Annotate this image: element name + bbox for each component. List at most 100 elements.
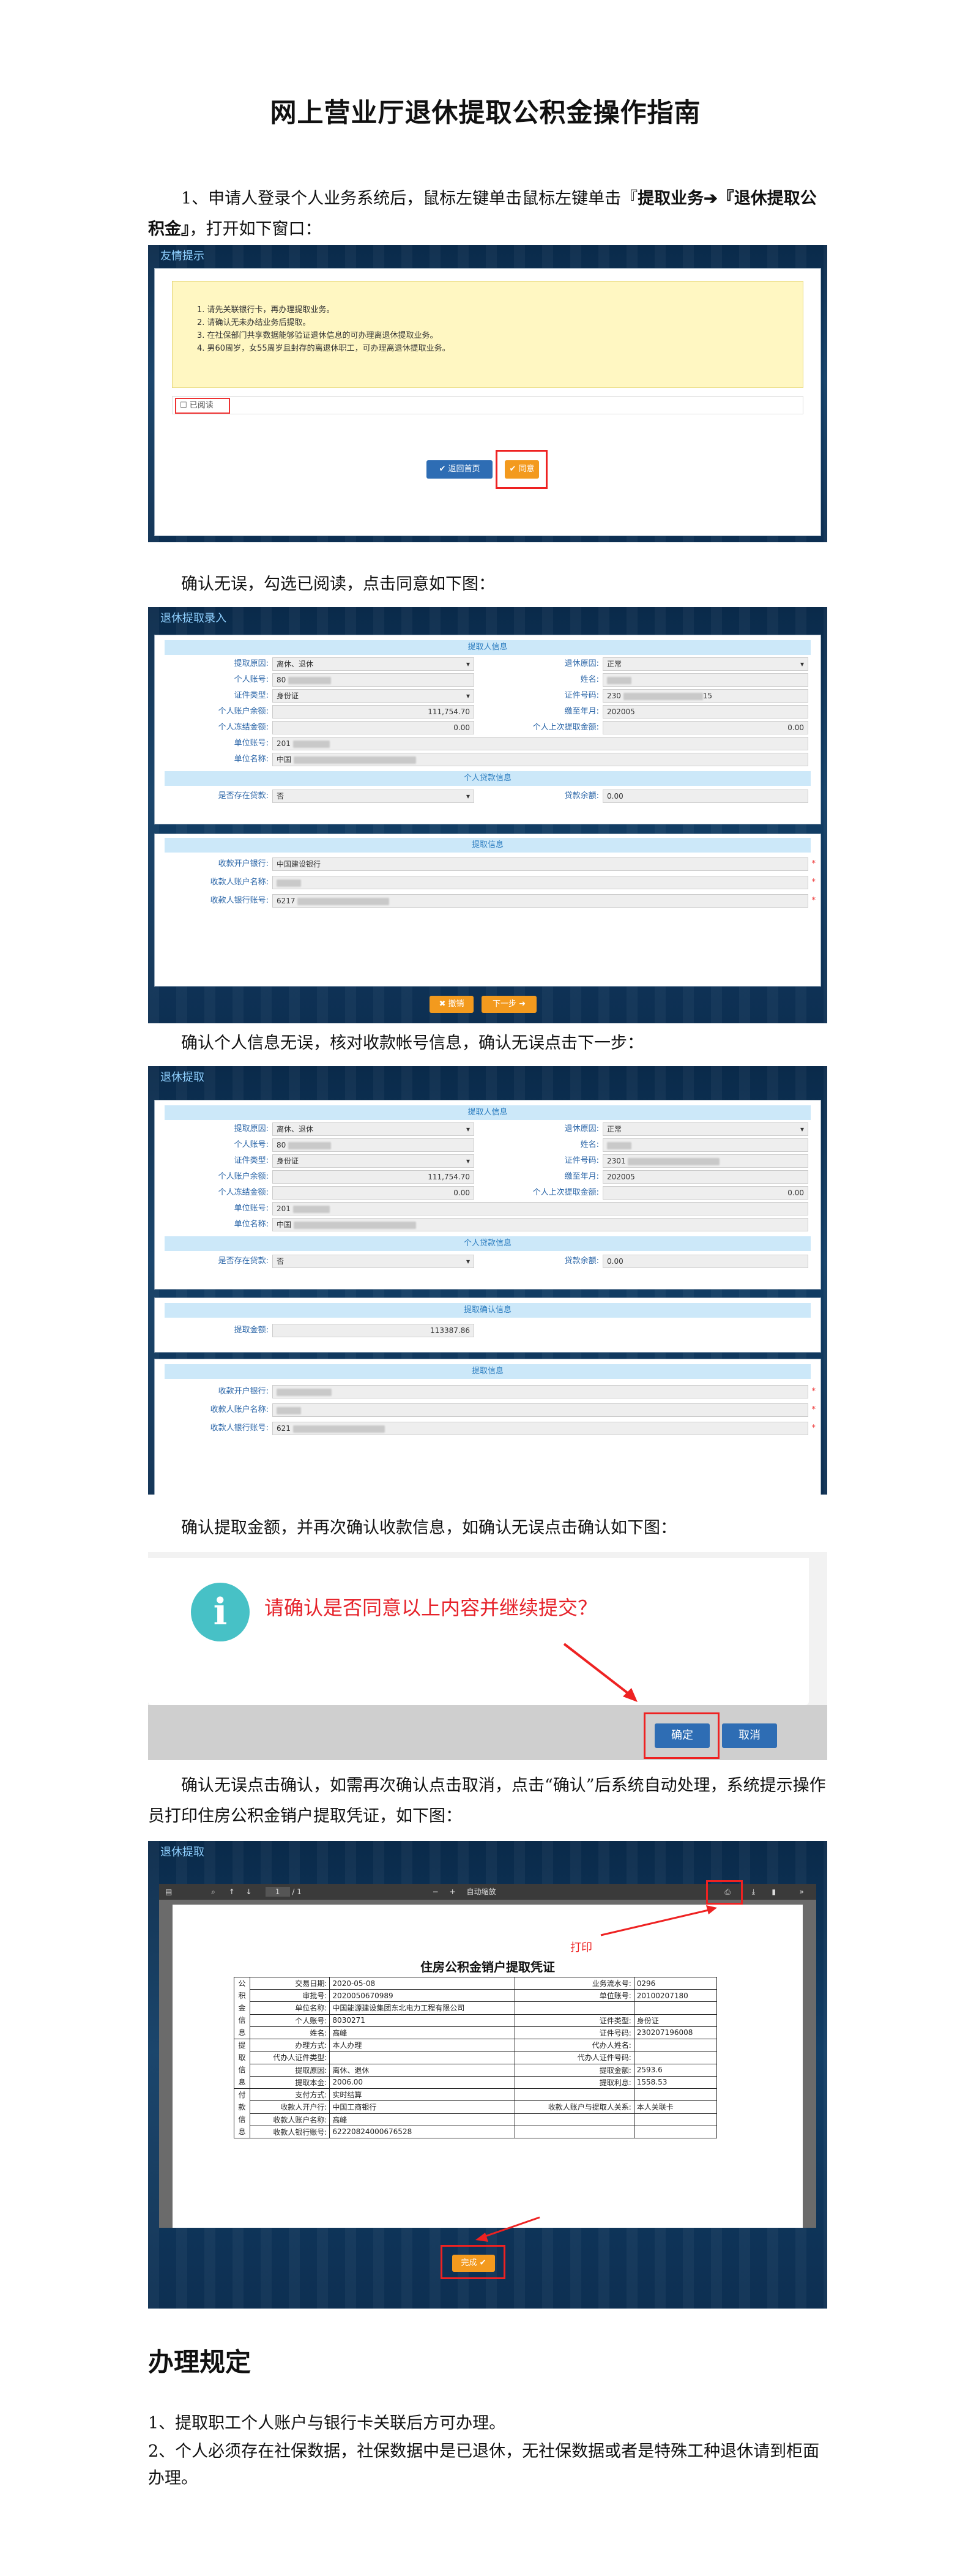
rules-heading: 办理规定: [148, 2347, 251, 2377]
field-label: 单位账号:: [234, 1204, 269, 1213]
field-label: 收款人银行账号:: [210, 1424, 269, 1433]
form-row: 个人账户余额: 111,754.70 缴至年月: 202005: [165, 704, 811, 720]
field-label: 个人冻结金额:: [218, 1188, 269, 1197]
back-home-label: 返回首页: [448, 465, 480, 474]
retire-reason-select[interactable]: 正常 ▾: [603, 1122, 808, 1136]
form-row: 提取金额: 113387.86: [165, 1323, 811, 1338]
id-type-select[interactable]: 身份证 ▾: [272, 689, 474, 703]
required-star: *: [811, 878, 816, 887]
unit-no-field: 201: [272, 1202, 808, 1215]
form-confirm-title: 退休提取: [160, 1071, 204, 1084]
next-step-button[interactable]: 下一步 ➜: [482, 996, 537, 1013]
field-label: 个人账号:: [234, 675, 269, 684]
required-star: *: [811, 859, 816, 868]
required-star: *: [811, 1387, 816, 1396]
form-row: 是否存在贷款: 否 ▾ 贷款余额: 0.00: [165, 1253, 811, 1269]
form-row: 提取原因: 离休、退休 ▾ 退休原因: 正常 ▾: [165, 656, 811, 672]
applicant-section-head: 提取人信息: [165, 640, 811, 655]
step1-paragraph: 1、申请人登录个人业务系统后，鼠标左键单击鼠标左键单击『提取业务➔『退休提取公积…: [148, 184, 827, 245]
frozen-field: 0.00: [272, 1186, 474, 1200]
account-field: 80: [272, 673, 474, 687]
reason-select[interactable]: 离休、退休 ▾: [272, 657, 474, 671]
form-row: 个人账号: 80 姓名:: [165, 672, 811, 688]
form-row: 收款人银行账号: 621 *: [165, 1421, 816, 1436]
required-star: *: [811, 896, 816, 905]
form-row: 单位名称: 中国: [165, 752, 811, 767]
has-loan-select[interactable]: 否 ▾: [272, 1255, 474, 1268]
screenshot-reminder: 友情提示 1. 请先关联银行卡，再办理提取业务。 2. 请确认无未办结业务后提取…: [148, 245, 827, 542]
field-label: 证件类型:: [234, 1156, 269, 1165]
loan-balance-field: 0.00: [603, 1255, 808, 1268]
field-label: 是否存在贷款:: [218, 1256, 269, 1266]
field-label: 单位名称:: [234, 1220, 269, 1229]
payee-section-head: 提取信息: [165, 1364, 811, 1379]
cancel-entry-button[interactable]: ✖ 撤销: [430, 996, 474, 1013]
field-label: 缴至年月:: [564, 707, 599, 716]
confirm-cancel-button[interactable]: 取消: [722, 1723, 777, 1748]
confirm-panel: 提取确认信息 提取金额: 113387.86: [154, 1297, 821, 1353]
field-label: 个人上次提取金额:: [532, 1188, 599, 1197]
field-label: 单位账号:: [234, 739, 269, 748]
reason-select[interactable]: 离休、退休 ▾: [272, 1122, 474, 1136]
withdraw-amount-field: 113387.86: [272, 1324, 474, 1337]
screenshot-confirm-dialog: i 请确认是否同意以上内容并继续提交？ 确定 取消: [148, 1552, 827, 1760]
payee-panel: 提取信息 收款开户银行: * 收款人账户名称: * 收款人银行账号: 621 *: [154, 1359, 821, 1495]
payee-name-field: [272, 876, 808, 889]
bank-field: [272, 1385, 808, 1398]
notice-line: 4. 男60周岁，女55周岁且封存的离退休职工，可办理离退休提取业务。: [197, 344, 450, 353]
field-label: 单位名称:: [234, 755, 269, 764]
field-label: 姓名:: [580, 675, 599, 684]
step3-paragraph: 确认个人信息无误，核对收款帐号信息，确认无误点击下一步：: [181, 1034, 644, 1053]
rule-item: 2、个人必须存在社保数据，社保数据中是已退休，无社保数据或者是特殊工种退休请到柜…: [148, 2442, 820, 2488]
screenshot-form-confirm: 退休提取 提取人信息 提取原因: 离休、退休 ▾ 退休原因: 正常 ▾ 个人账号: …: [148, 1066, 827, 1495]
screenshot-form-entry: 退休提取录入 提取人信息 提取原因: 离休、退休 ▾ 退休原因: 正常 ▾ 个人账号…: [148, 607, 827, 1023]
field-label: 收款开户银行:: [218, 1387, 269, 1396]
field-label: 收款人银行账号:: [210, 896, 269, 905]
form-row: 收款人账户名称: *: [165, 1402, 816, 1418]
field-label: 贷款余额:: [564, 791, 599, 801]
back-home-button[interactable]: ✔ 返回首页: [426, 460, 493, 479]
confirm-dialog: i 请确认是否同意以上内容并继续提交？ 确定 取消: [148, 1552, 827, 1760]
notice-line: 2. 请确认无未办结业务后提取。: [197, 318, 311, 327]
field-label: 证件号码:: [564, 691, 599, 700]
reminder-title: 友情提示: [160, 250, 204, 263]
form-row: 证件类型: 身份证 ▾ 证件号码: 2301: [165, 1153, 811, 1169]
confirm-section-head: 提取确认信息: [165, 1303, 811, 1318]
field-label: 姓名:: [580, 1140, 599, 1149]
id-no-field: 2301: [603, 1154, 808, 1168]
payee-section-head: 提取信息: [165, 838, 811, 853]
field-label: 个人账号:: [234, 1140, 269, 1149]
read-row: ☐ 已阅读: [172, 396, 803, 414]
read-checkbox[interactable]: ☐ 已阅读: [175, 398, 230, 414]
field-label: 提取原因:: [234, 659, 269, 668]
field-label: 个人账户余额:: [218, 707, 269, 716]
form-row: 证件类型: 身份证 ▾ 证件号码: 230 15: [165, 688, 811, 704]
field-label: 收款人账户名称:: [210, 878, 269, 887]
field-label: 贷款余额:: [564, 1256, 599, 1266]
field-label: 证件类型:: [234, 691, 269, 700]
required-star: *: [811, 1424, 816, 1433]
form-row: 个人账号: 80 姓名:: [165, 1137, 811, 1153]
form-entry-title: 退休提取录入: [160, 612, 226, 625]
field-label: 是否存在贷款:: [218, 791, 269, 801]
field-label: 提取金额:: [234, 1326, 269, 1335]
applicant-section-head: 提取人信息: [165, 1105, 811, 1120]
document-title: 网上营业厅退休提取公积金操作指南: [270, 98, 701, 129]
has-loan-select[interactable]: 否 ▾: [272, 790, 474, 803]
field-label: 退休原因:: [564, 1124, 599, 1133]
id-type-select[interactable]: 身份证 ▾: [272, 1154, 474, 1168]
id-no-field: 230 15: [603, 689, 808, 703]
notice-line: 1. 请先关联银行卡，再办理提取业务。: [197, 305, 335, 315]
unit-name-field: 中国: [272, 753, 808, 766]
form-row: 单位账号: 201: [165, 1201, 811, 1217]
field-label: 收款人账户名称:: [210, 1405, 269, 1414]
highlight-box: [441, 2245, 505, 2279]
name-field: [603, 1138, 808, 1152]
last-pay-field: 0.00: [603, 1186, 808, 1200]
paid-to-field: 202005: [603, 1170, 808, 1184]
retire-reason-select[interactable]: 正常 ▾: [603, 657, 808, 671]
form-row: 个人账户余额: 111,754.70 缴至年月: 202005: [165, 1169, 811, 1185]
form-row: 单位账号: 201: [165, 736, 811, 752]
step2-paragraph: 确认无误，勾选已阅读，点击同意如下图：: [181, 575, 495, 594]
reminder-panel: 1. 请先关联银行卡，再办理提取业务。 2. 请确认无未办结业务后提取。 3. …: [154, 268, 821, 536]
